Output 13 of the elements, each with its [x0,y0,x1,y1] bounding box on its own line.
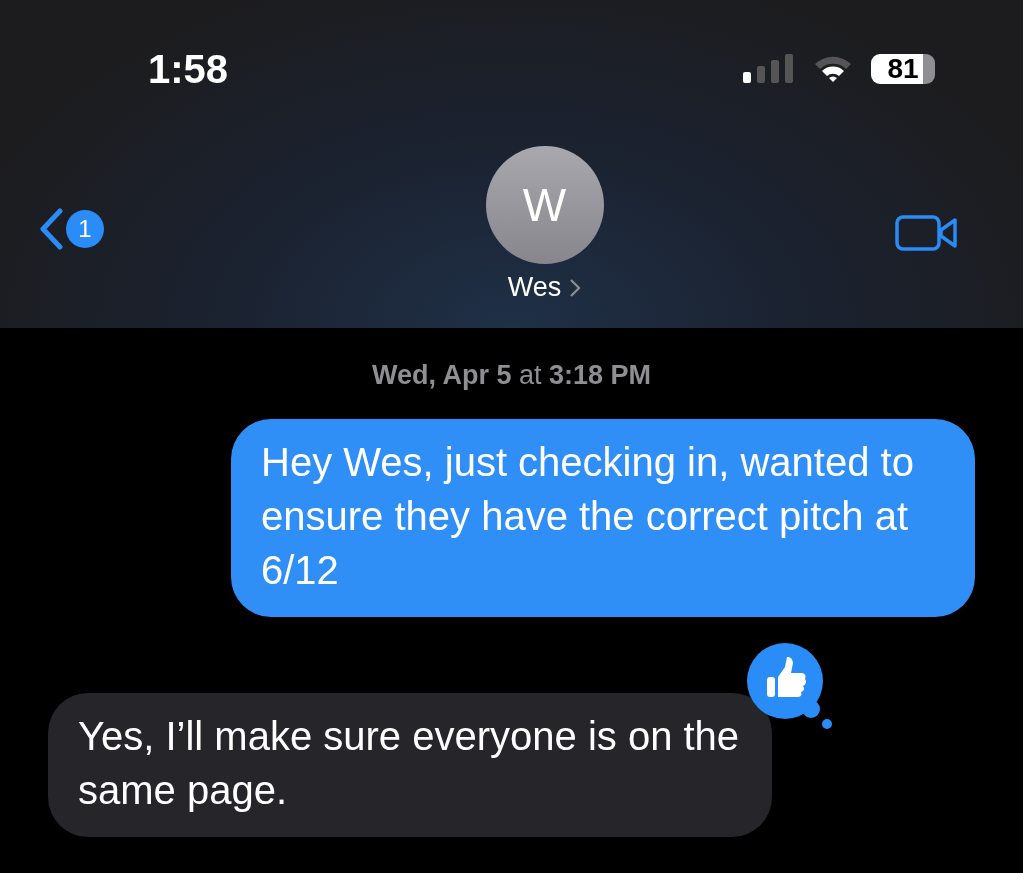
video-call-icon[interactable] [895,214,959,252]
message-timestamp: Wed, Apr 5 at 3:18 PM [371,360,652,391]
back-chevron-icon[interactable] [38,208,64,250]
status-time: 1:58 [148,46,229,92]
received-message[interactable]: Yes, I’ll make sure everyone is on the same page. [48,693,772,837]
sent-message[interactable]: Hey Wes, just checking in, wanted to ensure they have the correct pitch at 6/12 [231,419,975,617]
thumbs-up-reaction-icon[interactable] [745,641,833,729]
battery-icon: 81 [871,54,935,84]
contact-avatar[interactable]: W [485,146,604,264]
chevron-right-icon[interactable] [569,276,582,299]
wifi-icon [813,54,853,84]
contact-name[interactable]: Wes [507,272,582,303]
signal-icon [743,53,795,85]
